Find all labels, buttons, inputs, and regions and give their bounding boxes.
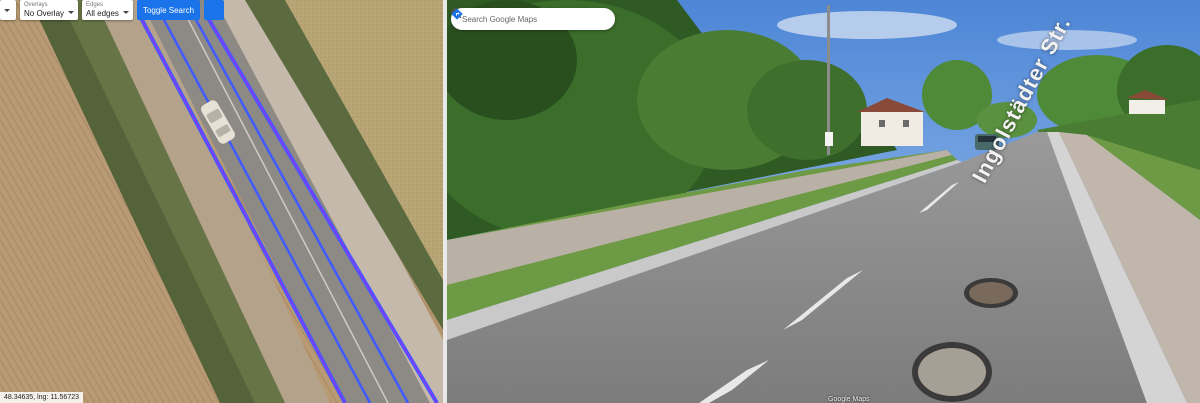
google-maps-search-box[interactable] <box>451 8 615 30</box>
search-button[interactable] <box>451 8 594 27</box>
chevron-down-icon <box>68 11 75 14</box>
directions-icon <box>451 8 463 20</box>
coordinates-readout: 48.34635, lng: 11.56723 <box>0 392 83 403</box>
map-toolbar: Overlays No Overlay Edges All edges Togg… <box>0 0 225 20</box>
filter-icon <box>0 1 10 10</box>
overlay-select-label: Overlays <box>24 1 48 8</box>
street-view-panel[interactable]: Ingolstädter Str. Google Maps <box>447 0 1200 403</box>
overlay-select[interactable]: Overlays No Overlay <box>20 0 79 20</box>
toggle-search-button[interactable]: Toggle Search <box>0 0 201 20</box>
street-view-imagery <box>447 0 1200 403</box>
search-input[interactable] <box>460 13 574 25</box>
directions-button[interactable] <box>451 8 614 27</box>
toggle-search-label: Toggle Search <box>142 5 195 15</box>
edges-select-label: Edges <box>86 1 104 8</box>
google-maps-watermark: Google Maps <box>828 396 870 403</box>
chevron-down-icon <box>122 11 129 14</box>
filter-button[interactable] <box>0 0 225 20</box>
overlay-select-value: No Overlay <box>24 8 65 18</box>
satellite-map-panel[interactable]: Overlays No Overlay Edges All edges Togg… <box>0 0 443 403</box>
satellite-map-imagery <box>0 0 443 403</box>
edges-select[interactable]: Edges All edges <box>82 0 133 20</box>
